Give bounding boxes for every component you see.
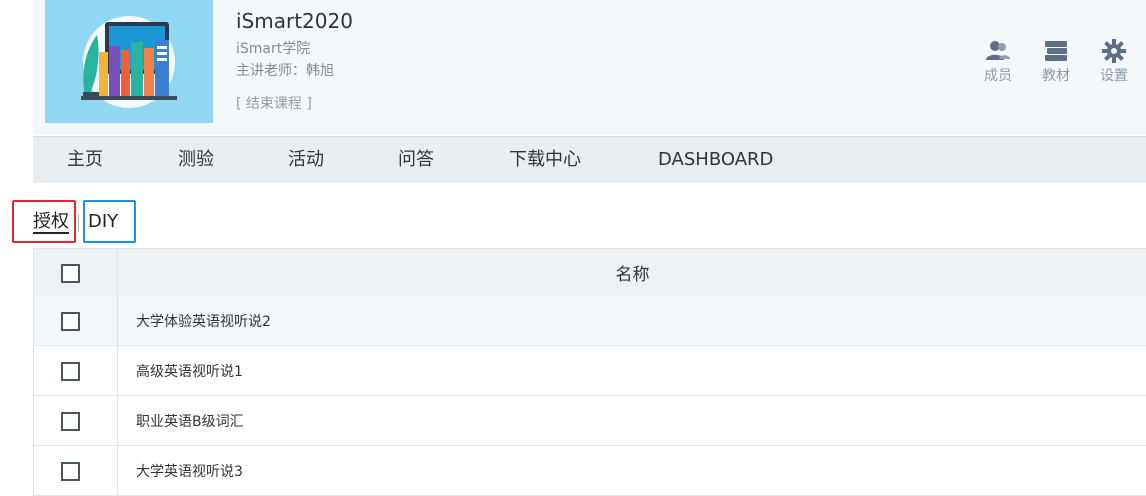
tab-authorization-label: 授权 xyxy=(33,211,69,234)
row-checkbox[interactable] xyxy=(61,311,80,331)
row-check-cell xyxy=(34,396,118,445)
tab-diy[interactable]: DIY xyxy=(83,200,136,243)
members-label: 成员 xyxy=(984,68,1012,84)
row-check-cell xyxy=(34,446,118,495)
row-name: 大学英语视听说3 xyxy=(136,463,243,480)
row-checkbox[interactable] xyxy=(61,461,80,481)
nav-item-dashboard[interactable]: DASHBOARD xyxy=(658,137,773,183)
members-button[interactable]: 成员 xyxy=(977,38,1019,85)
tab-divider xyxy=(78,214,79,232)
nav-item-qa[interactable]: 问答 xyxy=(398,137,434,183)
header-check-cell xyxy=(34,249,118,296)
course-nav: 主页 测验 活动 问答 下载中心 DASHBOARD xyxy=(33,136,1146,183)
table-row[interactable]: 职业英语B级词汇 xyxy=(34,396,1146,446)
table-row[interactable]: 大学英语视听说3 xyxy=(34,446,1146,496)
nav-item-home[interactable]: 主页 xyxy=(67,137,103,183)
row-check-cell xyxy=(34,346,118,395)
row-name: 职业英语B级词汇 xyxy=(136,413,244,430)
course-cover-image xyxy=(45,0,213,123)
row-checkbox[interactable] xyxy=(61,361,80,381)
row-checkbox[interactable] xyxy=(61,411,80,431)
table-row[interactable]: 大学体验英语视听说2 xyxy=(34,296,1146,346)
settings-label: 设置 xyxy=(1100,68,1128,84)
course-org: iSmart学院 xyxy=(236,41,311,57)
course-info: iSmart2020 iSmart学院 主讲老师：韩旭 [ 结束课程 ] xyxy=(236,6,353,115)
members-icon xyxy=(986,41,1010,60)
course-header: iSmart2020 iSmart学院 主讲老师：韩旭 [ 结束课程 ] 成员 … xyxy=(33,0,1146,135)
end-course-link[interactable]: [ 结束课程 ] xyxy=(236,93,353,115)
table-header-row: 名称 xyxy=(34,249,1146,297)
nav-item-downloads[interactable]: 下载中心 xyxy=(509,137,581,183)
course-table: 名称 大学体验英语视听说2 高级英语视听说1 职业英语B级词汇 大学英语视听说3 xyxy=(33,248,1146,496)
gear-icon xyxy=(1102,39,1126,63)
row-name: 大学体验英语视听说2 xyxy=(136,313,271,330)
textbook-icon xyxy=(1045,41,1067,61)
nav-item-activity[interactable]: 活动 xyxy=(288,137,324,183)
textbook-label: 教材 xyxy=(1042,68,1070,84)
column-header-name: 名称 xyxy=(615,265,650,285)
course-toolbar: 成员 教材 设置 xyxy=(977,38,1135,85)
nav-item-quiz[interactable]: 测验 xyxy=(178,137,214,183)
tab-diy-label: DIY xyxy=(88,211,119,232)
select-all-checkbox[interactable] xyxy=(61,263,80,283)
row-name: 高级英语视听说1 xyxy=(136,363,243,380)
tab-authorization[interactable]: 授权 xyxy=(12,200,76,243)
settings-button[interactable]: 设置 xyxy=(1093,38,1135,85)
table-row[interactable]: 高级英语视听说1 xyxy=(34,346,1146,396)
course-title: iSmart2020 xyxy=(236,9,353,33)
textbook-button[interactable]: 教材 xyxy=(1035,38,1077,85)
row-check-cell xyxy=(34,296,118,345)
course-teacher: 主讲老师：韩旭 xyxy=(236,63,334,79)
